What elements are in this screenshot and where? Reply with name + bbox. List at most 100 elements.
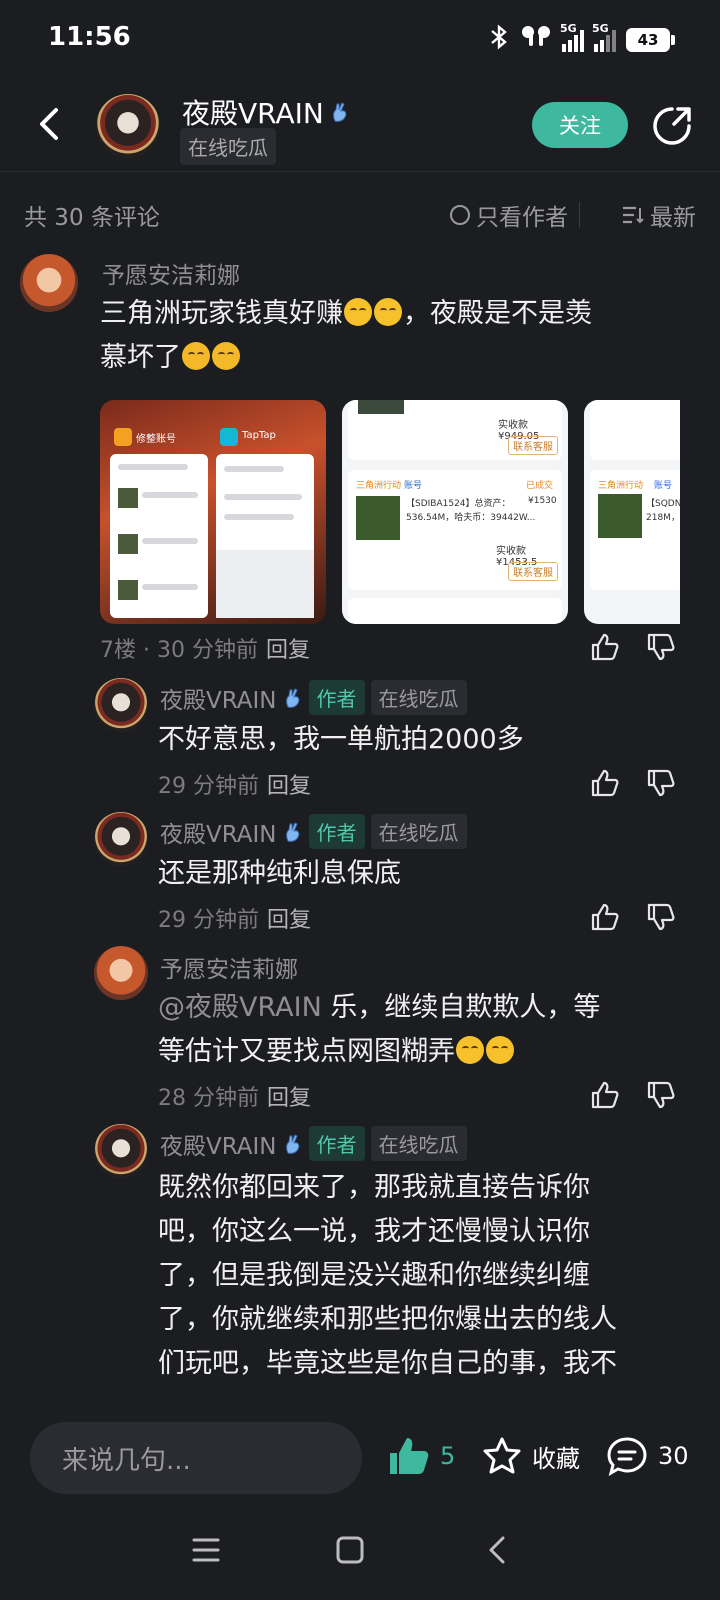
- commenter-name[interactable]: 夜殿VRAIN: [160, 681, 277, 715]
- commenter-name[interactable]: 予愿安洁莉娜: [160, 950, 298, 984]
- comment-text: 既然你都回来了，那我就直接告诉你 吧，你这么一说，我才还慢慢认识你 了，但是我倒…: [158, 1172, 617, 1379]
- reply-button[interactable]: 回复: [266, 638, 310, 663]
- favorite-button[interactable]: 收藏: [482, 1436, 580, 1476]
- system-nav-bar: [0, 1500, 720, 1600]
- commenter-name[interactable]: 夜殿VRAIN: [160, 815, 277, 849]
- reply-button[interactable]: 回复: [267, 1086, 311, 1111]
- author-only-label: 只看作者: [476, 205, 568, 231]
- dislike-icon[interactable]: [646, 1080, 676, 1110]
- comment-meta-bar: 共 30 条评论 只看作者 最新: [24, 196, 696, 236]
- comment-actions: [590, 1080, 676, 1110]
- status-icons: 5G 5G 43: [488, 22, 675, 55]
- comment-meta: 28 分钟前 回复: [158, 1086, 312, 1111]
- reply-button[interactable]: 回复: [267, 908, 311, 933]
- comment-actions: [590, 632, 676, 662]
- follow-button[interactable]: 关注: [532, 102, 628, 148]
- comment-actions: [590, 768, 676, 798]
- sort-icon: [623, 206, 644, 224]
- commenter-name[interactable]: 予愿安洁莉娜: [102, 256, 240, 290]
- author-tag: 在线吃瓜: [180, 128, 276, 165]
- user-tag: 在线吃瓜: [370, 680, 467, 715]
- like-button[interactable]: 5: [388, 1436, 455, 1476]
- author-name: 夜殿VRAIN: [182, 97, 324, 130]
- user-tag: 在线吃瓜: [370, 814, 467, 849]
- signal-icon-2: 5G: [592, 22, 616, 52]
- status-bar: 11:56 5G 5G 43: [0, 0, 720, 80]
- comment-actions: [590, 902, 676, 932]
- comment-text: @夜殿VRAIN 乐，继续自欺欺人，等 等估计又要找点网图糊弄: [158, 992, 601, 1067]
- comment-meta: 29 分钟前 回复: [158, 774, 312, 799]
- commenter-avatar[interactable]: [94, 678, 148, 732]
- back-arrow-icon: [40, 108, 58, 140]
- smile-emoji-icon: [456, 1036, 484, 1064]
- battery-indicator: 43: [626, 27, 675, 52]
- dislike-icon[interactable]: [646, 768, 676, 798]
- like-icon[interactable]: [590, 902, 620, 932]
- comment-text-clip: 既然你都回来了，那我就直接告诉你 吧，你这么一说，我才还慢慢认识你 了，但是我倒…: [0, 1164, 720, 1380]
- commenter-name-row: 夜殿VRAIN 作者 在线吃瓜: [160, 814, 467, 849]
- menu-icon: [192, 1538, 220, 1562]
- divider: [579, 202, 580, 228]
- dislike-icon[interactable]: [646, 902, 676, 932]
- comment-input[interactable]: 来说几句...: [30, 1422, 362, 1494]
- verified-hand-icon: [285, 687, 299, 708]
- back-button[interactable]: [30, 102, 70, 146]
- comment-meta: 29 分钟前 回复: [158, 908, 312, 933]
- like-icon[interactable]: [590, 768, 620, 798]
- author-badge: 作者: [308, 680, 365, 715]
- sort-label: 最新: [650, 205, 696, 231]
- author-badge: 作者: [308, 1126, 365, 1161]
- post-header: 夜殿VRAIN 在线吃瓜 关注: [0, 80, 720, 172]
- back-chevron-icon: [489, 1536, 505, 1564]
- comment-image-3[interactable]: 三角洲行动 账号 【SQDNF8 218M，哈: [584, 400, 680, 624]
- dislike-icon[interactable]: [646, 632, 676, 662]
- bottom-action-bar: 来说几句... 5 收藏 30: [0, 1400, 720, 1500]
- smile-emoji-icon: [344, 298, 372, 326]
- author-only-filter[interactable]: 只看作者: [450, 198, 568, 232]
- comment-text: 三角洲玩家钱真好赚 ，夜殿是不是羡 慕坏了: [100, 298, 592, 373]
- nav-back-button[interactable]: [476, 1528, 520, 1572]
- home-button[interactable]: [328, 1528, 372, 1572]
- love-emoji-icon: [212, 342, 240, 370]
- author-avatar[interactable]: [96, 94, 160, 158]
- earbuds-icon: [520, 25, 552, 54]
- commenter-avatar[interactable]: [94, 946, 148, 1000]
- like-icon[interactable]: [590, 1080, 620, 1110]
- comment-image-1[interactable]: 修整账号 TapTap: [100, 400, 326, 624]
- comment-image-2[interactable]: 实收款 ¥949.05 联系客服 三角洲行动 账号 已成交 【SDIBA1524…: [342, 400, 568, 624]
- star-icon: [483, 1437, 521, 1474]
- smile-emoji-icon: [374, 298, 402, 326]
- comment-count: 共 30 条评论: [24, 205, 160, 231]
- comment-bubble-icon: [607, 1437, 647, 1476]
- author-badge: 作者: [308, 814, 365, 849]
- like-icon[interactable]: [590, 632, 620, 662]
- bluetooth-icon: [488, 24, 510, 55]
- commenter-name[interactable]: 夜殿VRAIN: [160, 1127, 277, 1161]
- share-button[interactable]: [650, 104, 694, 148]
- verified-hand-icon: [332, 102, 347, 122]
- comment-meta: 7楼 · 30 分钟前 回复: [100, 638, 310, 663]
- smile-emoji-icon: [486, 1036, 514, 1064]
- commenter-name-row: 夜殿VRAIN 作者 在线吃瓜: [160, 1126, 467, 1161]
- commenter-avatar[interactable]: [94, 812, 148, 866]
- love-emoji-icon: [182, 342, 210, 370]
- mention-link[interactable]: @夜殿VRAIN: [158, 992, 322, 1023]
- comment-text: 不好意思，我一单航拍2000多: [158, 724, 524, 755]
- taptap-icon: [220, 428, 238, 446]
- home-square-icon: [336, 1536, 364, 1564]
- share-icon: [653, 107, 691, 145]
- user-tag: 在线吃瓜: [370, 1126, 467, 1161]
- radio-icon: [450, 205, 470, 225]
- app-icon: [114, 428, 132, 446]
- thumbs-up-icon: [390, 1438, 429, 1474]
- verified-hand-icon: [285, 1133, 299, 1154]
- sort-toggle[interactable]: 最新: [622, 198, 696, 232]
- reply-button[interactable]: 回复: [267, 774, 311, 799]
- comment-text: 还是那种纯利息保底: [158, 858, 401, 889]
- comment-image-strip[interactable]: 修整账号 TapTap 实收款 ¥949.05 联系客服 三角洲行动 账号 已成…: [100, 400, 680, 624]
- commenter-avatar[interactable]: [20, 254, 78, 312]
- recent-apps-button[interactable]: [184, 1528, 228, 1572]
- comments-button[interactable]: 30: [606, 1436, 689, 1476]
- status-time: 11:56: [48, 22, 131, 52]
- author-name-row[interactable]: 夜殿VRAIN: [182, 92, 350, 132]
